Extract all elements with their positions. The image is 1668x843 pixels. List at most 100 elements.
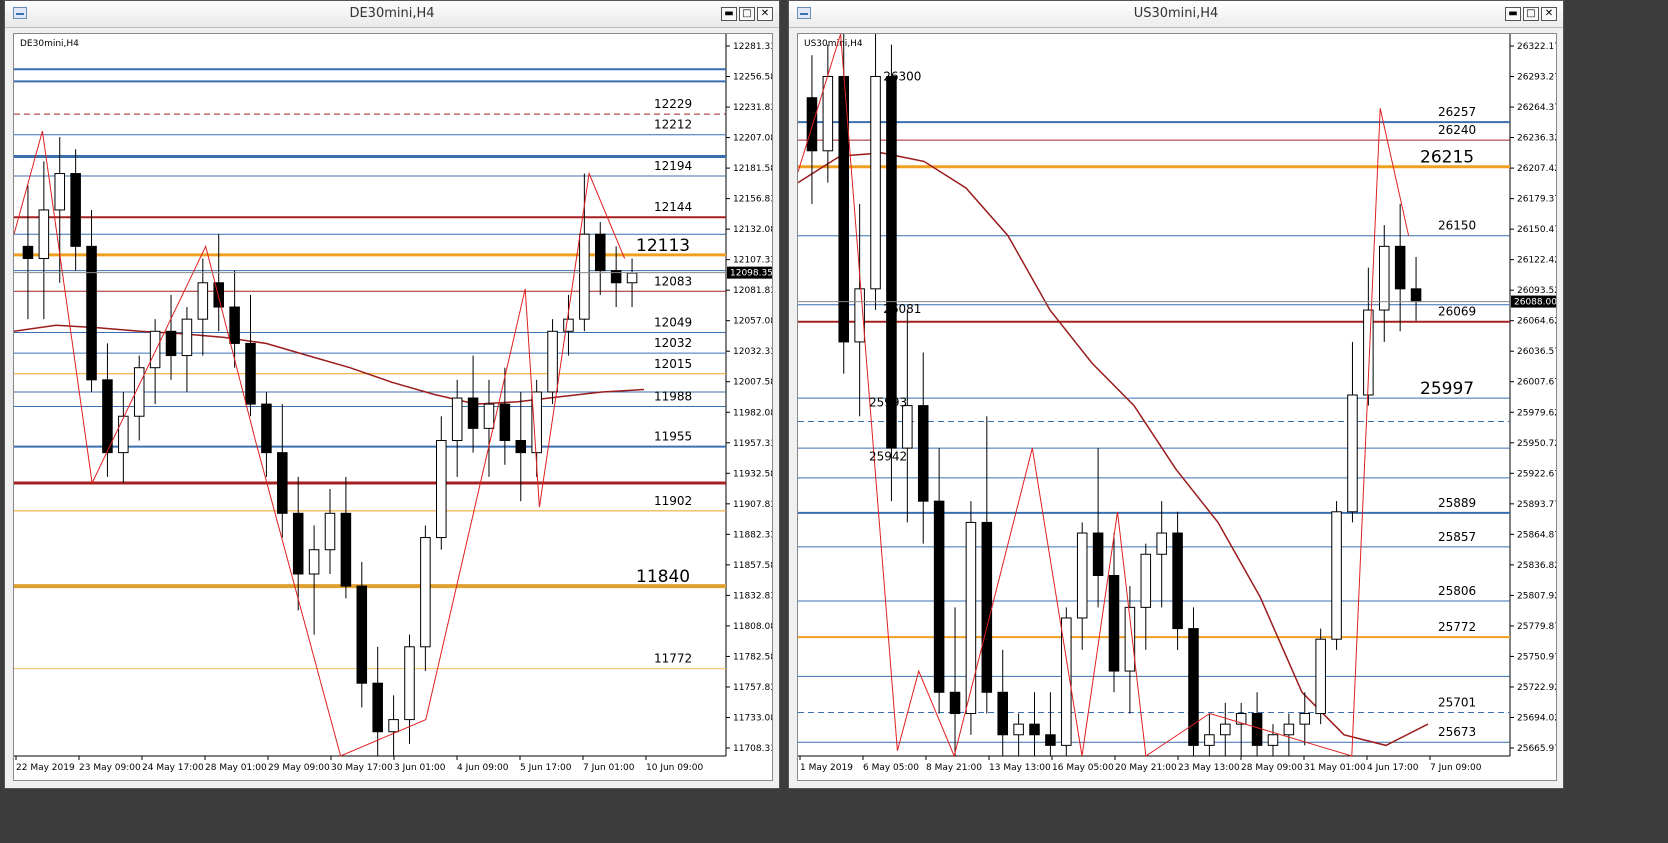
time-tick-label: 31 May 01:00 [1304, 763, 1366, 773]
candle-body[interactable] [886, 75, 897, 449]
candle-body[interactable] [404, 646, 415, 721]
candle-body[interactable] [594, 233, 606, 272]
candle-body[interactable] [1172, 532, 1183, 630]
candle-body[interactable] [1331, 511, 1342, 640]
candle-body[interactable] [949, 691, 961, 715]
candle-body[interactable] [340, 512, 352, 587]
candle-body[interactable] [579, 233, 590, 320]
candle-body[interactable] [292, 512, 304, 575]
price-tick-label: 26036.57 [1517, 347, 1557, 357]
level-label: 25701 [1438, 695, 1476, 709]
candle-body[interactable] [1092, 532, 1104, 577]
candle-body[interactable] [451, 397, 463, 442]
candle-body[interactable] [324, 512, 336, 551]
chart-area-de30[interactable]: DE30mini,H4 12281.33 12256.58 12231.83 12207… [13, 33, 773, 781]
level-label: 12212 [654, 118, 692, 132]
candle-body[interactable] [1267, 734, 1279, 746]
candle-body[interactable] [102, 379, 113, 454]
candle-body[interactable] [483, 403, 495, 429]
candle-body[interactable] [277, 452, 288, 514]
candle-body[interactable] [1283, 723, 1295, 736]
candle-body[interactable] [1013, 723, 1024, 736]
close-button[interactable]: ✕ [757, 7, 773, 21]
candle-body[interactable] [118, 415, 129, 454]
candle-body[interactable] [420, 537, 431, 648]
candle-body[interactable] [1188, 628, 1199, 746]
minimize-button[interactable]: ▬ [1505, 7, 1521, 21]
candle-body[interactable] [149, 330, 161, 369]
candle-body[interactable] [515, 440, 527, 454]
candle-body[interactable] [197, 282, 209, 320]
candle-body[interactable] [436, 440, 447, 539]
candle-body[interactable] [86, 245, 97, 381]
level-label: 25806 [1438, 584, 1476, 598]
candle-body[interactable] [1299, 713, 1311, 725]
level-label: 25673 [1438, 725, 1476, 739]
maximize-button[interactable]: □ [739, 7, 755, 21]
level-label: 26240 [1438, 123, 1476, 137]
chart-area-us30[interactable]: US30mini,H4 26322.17 26293.27 26264.37 26236… [797, 33, 1557, 781]
candle-body[interactable] [1315, 638, 1326, 715]
minimize-button[interactable]: ▬ [721, 7, 737, 21]
candle-body[interactable] [1220, 723, 1231, 736]
candle-body[interactable] [245, 342, 256, 405]
candle-body[interactable] [1251, 713, 1263, 746]
maximize-button[interactable]: □ [1523, 7, 1539, 21]
candle-body[interactable] [388, 719, 399, 733]
candle-body[interactable] [70, 173, 81, 247]
candle-body[interactable] [499, 403, 511, 442]
candle-body[interactable] [1140, 553, 1152, 608]
price-tick-label: 12107.33 [733, 256, 773, 266]
candle-body[interactable] [261, 403, 272, 454]
candle-body[interactable] [1045, 734, 1056, 746]
price-tick-label: 26122.42 [1517, 256, 1557, 266]
price-tick-label: 12156.83 [733, 195, 773, 205]
candle-body[interactable] [626, 272, 638, 284]
chart-window-de30: DE30mini,H4 ▬ □ ✕ DE30mini,H4 12281.33 122… [4, 0, 780, 789]
candle-body[interactable] [372, 682, 383, 733]
candle-body[interactable] [806, 97, 818, 152]
price-annotation: 25942 [869, 450, 907, 464]
candle-body[interactable] [1108, 575, 1120, 672]
price-tick-label: 11932.58 [733, 469, 773, 479]
candle-body[interactable] [1394, 245, 1406, 290]
candle-body[interactable] [22, 245, 34, 259]
candle-body[interactable] [467, 397, 479, 429]
candle-body[interactable] [997, 691, 1008, 736]
candle-body[interactable] [547, 330, 558, 393]
candle-body[interactable] [165, 330, 177, 357]
candle-body[interactable] [1347, 394, 1358, 513]
candle-body[interactable] [54, 173, 66, 211]
current-price-label: 12098.35 [730, 269, 773, 279]
candle-body[interactable] [1156, 532, 1167, 555]
candle-body[interactable] [229, 306, 240, 344]
candle-body[interactable] [933, 500, 945, 693]
close-button[interactable]: ✕ [1541, 7, 1557, 21]
window-titlebar[interactable]: US30mini,H4 ▬ □ ✕ [789, 1, 1563, 28]
candle-body[interactable] [531, 391, 542, 454]
candle-body[interactable] [1204, 734, 1215, 746]
candle-body[interactable] [1410, 288, 1422, 303]
chart-us30[interactable]: US30mini,H4 26322.17 26293.27 26264.37 26236… [798, 34, 1557, 781]
chart-de30[interactable]: DE30mini,H4 12281.33 12256.58 12231.83 12207… [14, 34, 773, 781]
candle-body[interactable] [181, 318, 193, 357]
candle-body[interactable] [870, 75, 881, 290]
candle-body[interactable] [356, 585, 368, 684]
candle-body[interactable] [965, 521, 977, 715]
candle-body[interactable] [1378, 245, 1390, 311]
price-tick-label: 12207.08 [733, 134, 773, 144]
candle-body[interactable] [917, 405, 929, 502]
time-tick-label: 16 May 05:00 [1052, 763, 1114, 773]
candle-body[interactable] [563, 318, 574, 332]
time-tick-label: 28 May 01:00 [205, 763, 267, 773]
level-label: 25997 [1420, 379, 1474, 399]
window-titlebar[interactable]: DE30mini,H4 ▬ □ ✕ [5, 1, 779, 28]
candle-body[interactable] [308, 549, 320, 575]
time-tick-label: 4 Jun 17:00 [1367, 763, 1419, 773]
candle-body[interactable] [981, 521, 993, 693]
candle-body[interactable] [902, 405, 913, 449]
candle-body[interactable] [1029, 723, 1040, 736]
candle-body[interactable] [1076, 532, 1088, 619]
candle-body[interactable] [38, 209, 50, 259]
candle-body[interactable] [213, 282, 224, 308]
